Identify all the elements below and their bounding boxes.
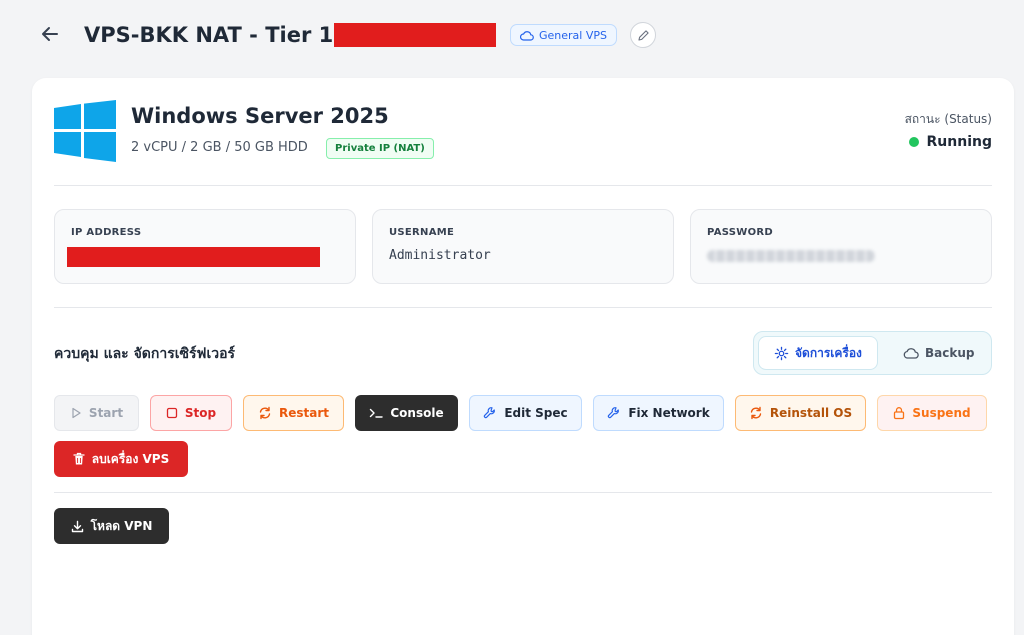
control-tabs: จัดการเครื่อง Backup <box>753 331 992 375</box>
status-indicator: Running <box>908 134 992 150</box>
tab-backup[interactable]: Backup <box>900 336 977 370</box>
ip-address-label: IP ADDRESS <box>71 227 142 238</box>
password-box: PASSWORD <box>690 209 992 284</box>
reinstall-os-button[interactable]: Reinstall OS <box>735 395 866 431</box>
edit-spec-button[interactable]: Edit Spec <box>469 395 582 431</box>
start-label: Start <box>88 406 124 420</box>
username-box: USERNAME Administrator <box>372 209 674 284</box>
divider <box>54 185 992 186</box>
lock-icon <box>893 406 905 420</box>
delete-vps-button[interactable]: ลบเครื่อง VPS <box>54 441 188 477</box>
download-vpn-label: โหลด VPN <box>90 518 153 533</box>
download-vpn-button[interactable]: โหลด VPN <box>54 508 169 544</box>
top-bar: VPS-BKK NAT - Tier 1 General VPS <box>0 0 1024 70</box>
tab-label: จัดการเครื่อง <box>795 345 862 360</box>
status-dot-icon <box>908 137 919 147</box>
redaction-bar <box>334 23 496 47</box>
download-icon <box>71 520 84 533</box>
refresh-icon <box>749 406 763 420</box>
wrench-icon <box>483 406 497 420</box>
play-icon <box>70 407 82 419</box>
refresh-icon <box>258 406 272 420</box>
wrench-icon <box>607 406 621 420</box>
stop-label: Stop <box>184 406 217 420</box>
windows-logo-icon <box>54 100 116 162</box>
server-card: Windows Server 2025 2 vCPU / 2 GB / 50 G… <box>32 78 1014 635</box>
trash-icon <box>73 452 85 466</box>
stop-button[interactable]: Stop <box>150 395 232 431</box>
cloud-icon <box>903 347 919 359</box>
edit-spec-label: Edit Spec <box>504 406 568 420</box>
os-name: Windows Server 2025 <box>131 104 389 128</box>
page-title: VPS-BKK NAT - Tier 1 <box>84 23 334 47</box>
suspend-button[interactable]: Suspend <box>877 395 987 431</box>
password-value-blurred[interactable] <box>707 250 875 262</box>
pencil-icon <box>637 29 650 42</box>
start-button[interactable]: Start <box>54 395 139 431</box>
terminal-icon <box>369 407 384 419</box>
stop-square-icon <box>166 407 178 419</box>
divider <box>54 307 992 308</box>
username-label: USERNAME <box>389 227 455 238</box>
gear-icon <box>774 346 789 361</box>
ip-type-badge: Private IP (NAT) <box>326 138 434 159</box>
fix-network-button[interactable]: Fix Network <box>593 395 724 431</box>
username-value[interactable]: Administrator <box>389 248 491 263</box>
redaction-bar <box>67 247 320 267</box>
server-spec: 2 vCPU / 2 GB / 50 GB HDD <box>131 140 308 155</box>
tab-manage-machine[interactable]: จัดการเครื่อง <box>758 336 878 370</box>
back-arrow-icon[interactable] <box>38 22 62 46</box>
console-button[interactable]: Console <box>355 395 458 431</box>
vps-type-label: General VPS <box>539 28 607 42</box>
status-label: สถานะ (Status) <box>904 112 992 126</box>
tab-label: Backup <box>925 346 975 360</box>
cloud-icon <box>520 30 534 41</box>
restart-label: Restart <box>278 406 329 420</box>
console-label: Console <box>390 406 444 420</box>
divider <box>54 492 992 493</box>
status-value: Running <box>926 134 992 150</box>
vps-type-badge: General VPS <box>510 24 617 46</box>
section-title: ควบคุม และ จัดการเซิร์ฟเวอร์ <box>54 346 236 362</box>
edit-title-button[interactable] <box>630 22 656 48</box>
suspend-label: Suspend <box>912 406 971 420</box>
password-label: PASSWORD <box>707 227 774 238</box>
fix-network-label: Fix Network <box>628 406 710 420</box>
delete-vps-label: ลบเครื่อง VPS <box>91 451 170 466</box>
restart-button[interactable]: Restart <box>243 395 344 431</box>
ip-address-box: IP ADDRESS <box>54 209 356 284</box>
reinstall-os-label: Reinstall OS <box>769 406 853 420</box>
